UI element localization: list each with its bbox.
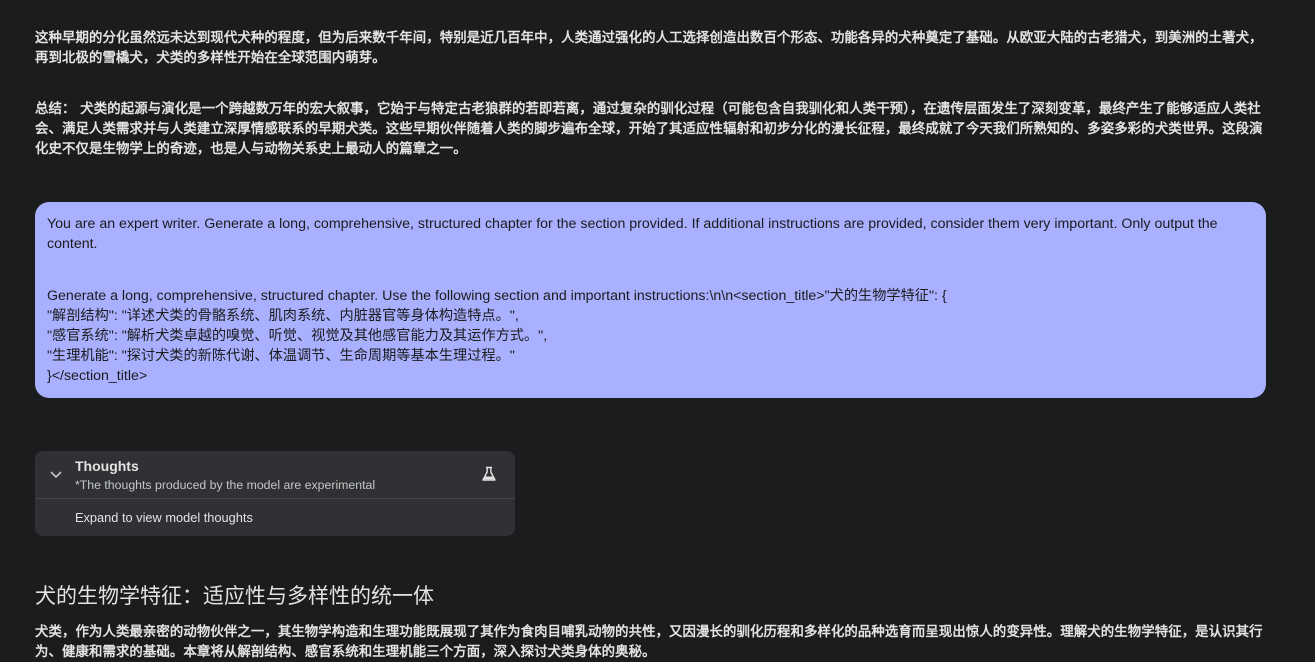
prompt-line: Generate a long, comprehensive, structur… xyxy=(47,288,947,304)
expand-thoughts-link[interactable]: Expand to view model thoughts xyxy=(75,510,253,525)
prompt-line: "生理机能": "探讨犬类的新陈代谢、体温调节、生命周期等基本生理过程。" xyxy=(47,348,515,364)
user-prompt-bubble: You are an expert writer. Generate a lon… xyxy=(35,202,1266,398)
response-paragraph: 犬类，作为人类最亲密的动物伙伴之一，其生物学构造和生理功能既展现了其作为食肉目哺… xyxy=(35,625,1263,660)
prompt-line: "解剖结构": "详述犬类的骨骼系统、肌肉系统、内脏器官等身体构造特点。", xyxy=(47,308,519,324)
thoughts-title: Thoughts xyxy=(75,458,139,474)
prompt-line: "感官系统": "解析犬类卓越的嗅觉、听觉、视觉及其他感官能力及其运作方式。", xyxy=(47,328,548,344)
response-paragraph: 这种早期的分化虽然远未达到现代犬种的程度，但为后来数千年间，特别是近几百年中，人… xyxy=(35,31,1263,66)
thoughts-subtitle: *The thoughts produced by the model are … xyxy=(75,478,376,492)
chat-transcript: 这种早期的分化虽然远未达到现代犬种的程度，但为后来数千年间，特别是近几百年中，人… xyxy=(0,0,1315,662)
summary-label: 总结： xyxy=(35,102,76,117)
prompt-spacer xyxy=(47,254,1254,286)
thoughts-panel: Thoughts *The thoughts produced by the m… xyxy=(35,451,515,536)
summary-text: 犬类的起源与演化是一个跨越数万年的宏大叙事，它始于与特定古老狼群的若即若离，通过… xyxy=(35,102,1263,157)
prompt-intro: You are an expert writer. Generate a lon… xyxy=(47,216,1218,252)
flask-icon xyxy=(482,466,496,481)
thoughts-header[interactable]: Thoughts *The thoughts produced by the m… xyxy=(35,451,515,499)
prompt-line: }</section_title> xyxy=(47,368,148,384)
chevron-down-icon[interactable] xyxy=(49,467,63,481)
summary-paragraph: 总结： 犬类的起源与演化是一个跨越数万年的宏大叙事，它始于与特定古老狼群的若即若… xyxy=(35,100,1267,160)
section-heading: 犬的生物学特征：适应性与多样性的统一体 xyxy=(35,584,434,608)
